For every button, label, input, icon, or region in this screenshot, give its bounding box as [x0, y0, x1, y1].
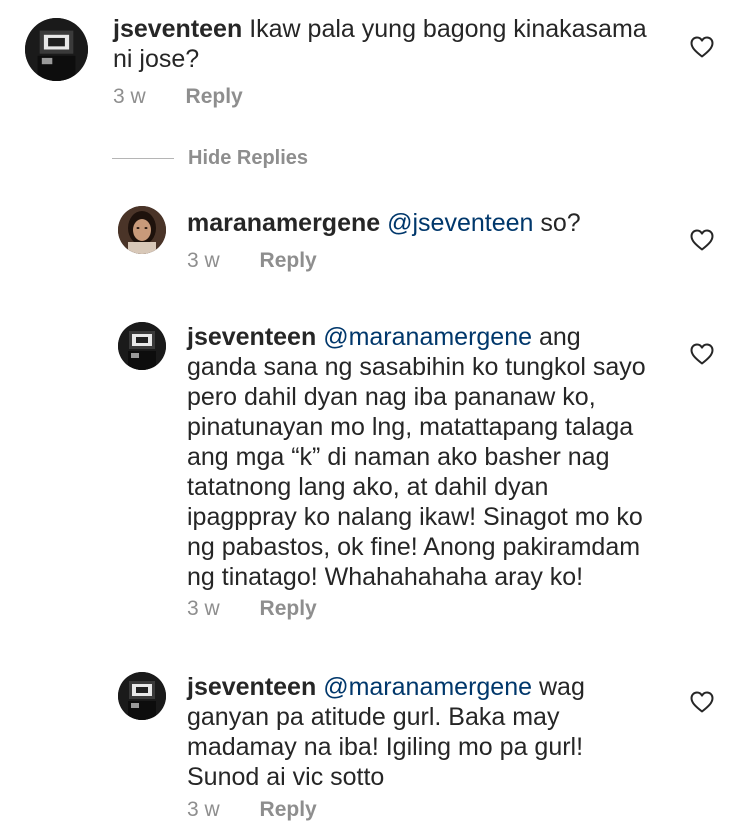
avatar[interactable]: [118, 322, 166, 370]
comment-meta: 3 w Reply: [187, 798, 317, 822]
avatar[interactable]: [118, 672, 166, 720]
like-heart-icon[interactable]: [690, 691, 714, 713]
reply-button[interactable]: Reply: [260, 597, 317, 621]
reply-button[interactable]: Reply: [186, 85, 243, 109]
comment-body: so?: [540, 209, 581, 237]
avatar[interactable]: [118, 206, 166, 254]
comment-mention[interactable]: @maranamergene: [323, 673, 532, 701]
comment-text: jseventeen @maranamergene wag ganyan pa …: [187, 672, 657, 792]
hide-replies-divider: [112, 157, 174, 159]
like-heart-icon[interactable]: [690, 229, 714, 251]
comment-text: jseventeen @maranamergene ang ganda sana…: [187, 322, 657, 592]
comment-mention[interactable]: @maranamergene: [323, 323, 532, 351]
reply-button[interactable]: Reply: [260, 249, 317, 273]
comment-mention[interactable]: @jseventeen: [387, 209, 533, 237]
avatar-jseventeen-image: [25, 18, 88, 81]
comment-username[interactable]: jseventeen: [113, 15, 242, 43]
comment-username[interactable]: maranamergene: [187, 209, 380, 237]
hide-replies-toggle[interactable]: Hide Replies: [112, 144, 308, 172]
comment-meta: 3 w Reply: [113, 85, 243, 109]
comment-username[interactable]: jseventeen: [187, 673, 316, 701]
comment-text: maranamergene @jseventeen so?: [187, 208, 657, 238]
comment-username[interactable]: jseventeen: [187, 323, 316, 351]
avatar[interactable]: [25, 18, 88, 81]
comment-time: 3 w: [113, 85, 146, 108]
comment-time: 3 w: [187, 597, 220, 620]
comment-text: jseventeen Ikaw pala yung bagong kinakas…: [113, 14, 673, 74]
comment-time: 3 w: [187, 249, 220, 272]
comment-body: ang ganda sana ng sasabihin ko tungkol s…: [187, 323, 646, 591]
reply-button[interactable]: Reply: [260, 798, 317, 822]
comment-meta: 3 w Reply: [187, 249, 317, 273]
like-heart-icon[interactable]: [690, 343, 714, 365]
hide-replies-label[interactable]: Hide Replies: [188, 147, 308, 170]
avatar-jseventeen-image: [118, 322, 166, 370]
avatar-jseventeen-image: [118, 672, 166, 720]
comment-meta: 3 w Reply: [187, 597, 317, 621]
comment-thread: jseventeen Ikaw pala yung bagong kinakas…: [0, 0, 750, 836]
like-heart-icon[interactable]: [690, 36, 714, 58]
comment-time: 3 w: [187, 798, 220, 821]
avatar-maranamergene-image: [118, 206, 166, 254]
